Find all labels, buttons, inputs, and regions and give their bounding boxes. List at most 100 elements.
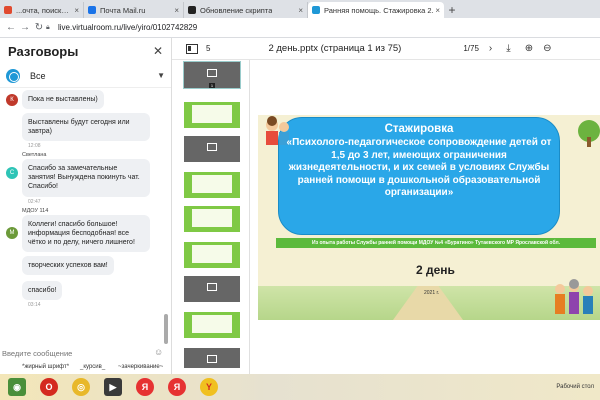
message-sender: МДОУ 114 [22,207,49,214]
download-icon[interactable]: ⤓ [506,43,510,54]
chevron-right-icon[interactable]: › [489,43,492,54]
slide-day: 2 день [416,263,455,277]
message-list[interactable]: К Пока не выставлены) Выставлены будут с… [0,90,166,344]
slide-thumbnail[interactable] [184,102,240,128]
slide-thumbnails: 1 [172,60,250,374]
slide-thumbnail[interactable] [184,136,240,162]
chat-input-area: ☺ *жирный шрифт* _курсив_ ~зачеркивание~ [0,344,172,374]
page-navigator[interactable]: 1/75 [463,44,479,53]
yandex-icon[interactable]: Я [136,378,154,396]
thumbnails-count: 5 [206,44,211,53]
mail-favicon-icon [88,6,96,14]
slide-viewer: Стажировка «Психолого-педагогическое соп… [250,60,600,374]
image-placeholder-icon [207,355,217,363]
browser-tab-active[interactable]: Ранняя помощь. Стажировка 2. × [308,2,444,18]
reload-icon[interactable]: ↻ [32,22,46,33]
message-sender: Светлана [22,152,47,159]
chat-panel: Разговоры ✕ Все ▼ К Пока не выставлены) … [0,38,172,374]
format-strike-hint: ~зачеркивание~ [118,364,164,370]
message-time: 02:47 [28,198,41,205]
close-tab-icon[interactable]: × [298,6,303,15]
message-bubble: творческих успехов вам! [22,255,114,275]
opera-icon[interactable]: O [40,378,58,396]
address-bar: ← → ↻ 🔒︎ live.virtualroom.ru/live/yiro/0… [0,18,600,38]
filter-label: Все [30,70,46,81]
message-bubble: спасибо! [22,280,63,301]
browser-tab[interactable]: Почта Mail.ru × [84,2,184,18]
avatar: С [6,167,18,180]
slide-thumbnail[interactable] [184,312,240,338]
message-bubble: Спасибо за замечательные занятия! Вынужд… [22,159,150,197]
tab-title: Почта Mail.ru [100,5,146,15]
thumbnail-content [192,105,232,123]
message: С Спасибо за замечательные занятия! Выну… [0,159,166,197]
slide-source-line: Из опыта работы Службы ранней помощи МДО… [276,238,596,248]
family-illustration-icon [555,279,593,314]
url-field[interactable]: live.virtualroom.ru/live/yiro/0102742829 [58,23,197,32]
taskbar-label: Рабочий стол [556,384,594,390]
close-tab-icon[interactable]: × [74,6,79,15]
close-tab-icon[interactable]: × [435,6,440,15]
message-time: 12:08 [28,143,41,150]
close-tab-icon[interactable]: × [174,6,179,15]
avatar: М [6,226,18,239]
message-bubble: Пока не выставлены) [22,90,104,110]
slide-thumbnail[interactable] [184,172,240,198]
script-favicon-icon [188,6,196,14]
message: К Пока не выставлены) [0,90,166,110]
tab-title: Обновление скрипта [200,5,273,15]
slide-heading: Стажировка [384,123,454,135]
zoom-out-icon[interactable]: ⊖ [543,43,551,54]
slide-thumbnail[interactable] [184,348,240,368]
message: Выставлены будут сегодня или завтра) [0,113,166,142]
yandex-browser-icon[interactable]: Я [168,378,186,396]
browser-tab[interactable]: ...очта, поиск в интерне × [0,2,84,18]
presentation-toolbar: 5 2 день.pptx (страница 1 из 75) 1/75 › … [172,38,600,60]
chat-title: Разговоры [8,43,79,59]
image-placeholder-icon [207,69,217,77]
thumbnail-content [192,209,232,227]
media-icon[interactable]: ▶ [104,378,122,396]
image-placeholder-icon [207,143,217,151]
thumbnails-toggle-icon[interactable] [186,43,198,54]
slide-thumbnail[interactable] [184,276,240,302]
message-time: 03:14 [28,302,41,309]
message-input[interactable] [0,346,150,360]
chat-header: Разговоры ✕ [0,38,171,64]
chrome-icon[interactable]: ◎ [72,378,90,396]
slide-number: 1 [209,83,215,88]
slide-year: 2021 г. [424,290,440,296]
emoji-icon[interactable]: ☺ [154,347,163,357]
format-bold-hint: *жирный шрифт* [22,364,70,370]
zoom-in-icon[interactable]: ⊕ [525,43,533,54]
tab-title: Ранняя помощь. Стажировка 2. [324,5,434,15]
globe-icon [6,68,20,83]
slide-subtitle: «Психолого-педагогическое сопровождение … [286,137,552,199]
message: спасибо! [0,280,166,301]
tab-title: ...очта, поиск в интерне [16,5,70,15]
forward-arrow-icon[interactable]: → [18,22,32,33]
slide-thumbnail[interactable] [184,242,240,268]
chat-filter-select[interactable]: Все ▼ [0,64,171,88]
browser-tab[interactable]: Обновление скрипта × [184,2,308,18]
browser-tabstrip: ...очта, поиск в интерне × Почта Mail.ru… [0,0,600,18]
chevron-down-icon: ▼ [157,71,165,80]
image-placeholder-icon [207,283,217,291]
current-slide: Стажировка «Психолого-педагогическое соп… [258,115,600,320]
message-bubble: Коллеги! спасибо большое! информация бес… [22,214,150,252]
thumbnail-content [192,315,232,333]
message: М Коллеги! спасибо большое! информация б… [0,214,166,252]
slide-thumbnail[interactable] [184,206,240,232]
document-title: 2 день.pptx (страница 1 из 75) [268,43,402,54]
yandex-search-icon[interactable]: Y [200,378,218,396]
back-arrow-icon[interactable]: ← [4,22,18,33]
message: творческих успехов вам! [0,255,166,275]
new-tab-button[interactable]: + [444,2,460,18]
chat-scrollbar[interactable] [164,314,168,344]
lock-icon[interactable]: 🔒︎ [46,24,58,32]
tree-illustration-icon [578,120,600,147]
close-icon[interactable]: ✕ [153,44,163,58]
thumbnail-content [192,245,232,263]
start-icon[interactable]: ◉ [8,378,26,396]
thumbnail-content [192,175,232,193]
